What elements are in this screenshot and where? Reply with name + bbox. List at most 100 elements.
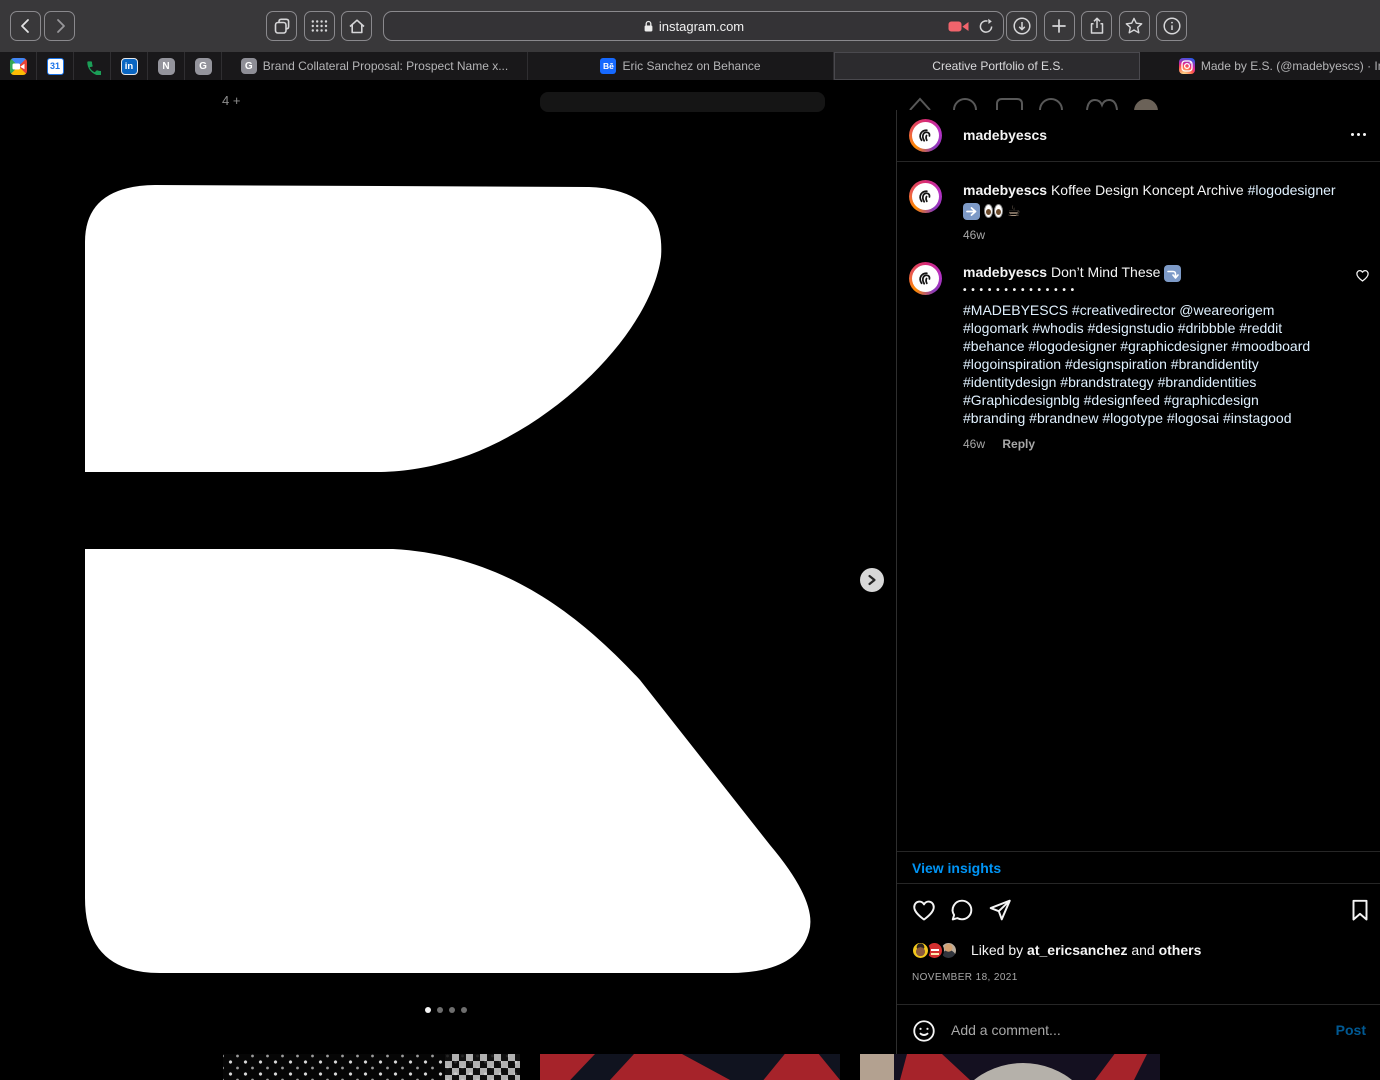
downloads-button[interactable] — [1006, 11, 1037, 41]
portfolio-favicon — [910, 58, 926, 74]
back-button[interactable] — [10, 11, 41, 41]
post-button[interactable]: Post — [1336, 1005, 1366, 1055]
divider — [897, 161, 1380, 162]
post-comment: madebyescs Don’t Mind These • • • • • • … — [963, 263, 1338, 453]
tab-creative-portfolio[interactable]: Creative Portfolio of E.S. — [834, 52, 1140, 80]
grid-thumbnail-red-shapes[interactable] — [540, 1054, 840, 1080]
comment-input[interactable] — [951, 1005, 1231, 1055]
carousel-next-button[interactable] — [860, 568, 884, 592]
carousel-dot[interactable] — [449, 1007, 455, 1013]
post-username[interactable]: madebyescs — [963, 127, 1047, 143]
app-grid-icon — [311, 20, 328, 32]
share-button[interactable] — [1081, 11, 1112, 41]
comment-text: Don’t Mind These — [1050, 264, 1161, 280]
grid-thumbnail-halftone[interactable] — [223, 1054, 520, 1080]
hashtag-line[interactable]: #MADEBYESCS #creativedirector @weareorig… — [963, 301, 1338, 319]
tab-title: Made by E.S. (@madebyescs) · Instag — [1200, 59, 1380, 73]
view-insights-link[interactable]: View insights — [912, 860, 1001, 876]
new-post-icon-fragment — [996, 98, 1023, 110]
background-search-bar-fragment — [540, 92, 825, 112]
caption-hashtag[interactable]: #logodesigner — [1248, 182, 1336, 198]
comment-username[interactable]: madebyescs — [963, 264, 1047, 280]
comment-timestamp: 46w — [963, 437, 986, 451]
bookmark-star-button[interactable] — [1118, 11, 1150, 41]
reload-icon[interactable] — [978, 18, 995, 35]
behance-favicon: Bē — [600, 58, 617, 74]
activity-heart-icon-fragment — [1086, 98, 1118, 111]
avatar[interactable] — [909, 180, 942, 213]
post-caption: madebyescs Koffee Design Koncept Archive… — [963, 181, 1355, 244]
avatar[interactable] — [909, 119, 942, 152]
hashtag-line[interactable]: #behance #logodesigner #graphicdesigner … — [963, 337, 1338, 355]
page-info-button[interactable] — [1156, 11, 1187, 41]
tab-behance[interactable]: Bē Eric Sanchez on Behance — [528, 52, 834, 80]
tab-brand-collateral[interactable]: G Brand Collateral Proposal: Prospect Na… — [222, 52, 528, 80]
chevron-right-icon — [868, 574, 876, 586]
comment-like-heart-icon[interactable] — [1355, 268, 1370, 283]
liker-avatar[interactable] — [911, 941, 930, 960]
pinned-tab-notion[interactable]: N — [148, 52, 185, 80]
home-icon — [348, 19, 365, 34]
app-grid-button[interactable] — [303, 11, 335, 41]
comment-dots-line: • • • • • • • • • • • • • • — [963, 285, 1076, 296]
checker-pattern — [445, 1054, 520, 1080]
liked-by-middle: and — [1131, 942, 1155, 958]
back-icon — [20, 19, 29, 33]
avatar[interactable] — [909, 262, 942, 295]
post-detail-panel: madebyescs madebyescs Koffee Design Konc — [896, 110, 1380, 1055]
new-tab-button[interactable] — [1043, 11, 1075, 41]
hashtag-line[interactable]: #logoinspiration #designspiration #brand… — [963, 355, 1338, 373]
tab-instagram[interactable]: Made by E.S. (@madebyescs) · Instag — [1140, 52, 1380, 80]
view-insights-bar[interactable]: View insights — [897, 851, 1380, 884]
like-heart-icon[interactable] — [911, 897, 937, 923]
liked-by-others[interactable]: others — [1159, 942, 1202, 958]
tab-overview-button[interactable] — [266, 11, 297, 41]
carousel-dot[interactable] — [437, 1007, 443, 1013]
url-bar[interactable]: instagram.com — [383, 11, 1004, 41]
tab-title: Eric Sanchez on Behance — [622, 59, 761, 73]
explore-icon-fragment — [1039, 98, 1063, 111]
share-plane-icon[interactable] — [987, 897, 1013, 923]
video-camera-icon[interactable] — [948, 20, 970, 33]
share-icon — [1090, 17, 1103, 34]
grid-thumbnail-arc[interactable] — [860, 1054, 1160, 1080]
smiley-icon[interactable] — [911, 1018, 937, 1044]
arc-shape — [948, 1063, 1098, 1080]
home-icon-fragment — [909, 97, 931, 111]
hashtag-line[interactable]: #identitydesign #brandstrategy #brandide… — [963, 373, 1338, 391]
caption-username[interactable]: madebyescs — [963, 182, 1047, 198]
post-date: NOVEMBER 18, 2021 — [912, 972, 1018, 983]
carousel-dot-active[interactable] — [425, 1007, 431, 1013]
tab-title: Brand Collateral Proposal: Prospect Name… — [262, 59, 509, 73]
madebyescs-logo-mark — [919, 129, 931, 142]
plus-icon — [1052, 19, 1066, 33]
pinned-tab-google-calendar[interactable]: 31 — [37, 52, 74, 80]
comment-hashtags[interactable]: #MADEBYESCS #creativedirector @weareorig… — [963, 301, 1338, 427]
bookmark-icon[interactable] — [1347, 897, 1373, 923]
instagram-favicon — [1178, 58, 1195, 74]
background-stat-fragment: 4 + — [222, 93, 241, 108]
pinned-tab-google-voice[interactable] — [74, 52, 111, 80]
pinned-tab-google[interactable]: G — [185, 52, 222, 80]
home-button[interactable] — [341, 11, 372, 41]
comment-bubble-icon[interactable] — [949, 897, 975, 923]
tab-overview-icon — [274, 18, 289, 34]
pinned-tab-linkedin[interactable]: in — [111, 52, 148, 80]
carousel-dots[interactable] — [425, 1007, 467, 1013]
madebyescs-logo-mark — [919, 190, 931, 203]
url-text: instagram.com — [658, 18, 745, 34]
madebyescs-logo-mark — [919, 272, 931, 285]
hashtag-line[interactable]: #logomark #whodis #designstudio #dribbbl… — [963, 319, 1338, 337]
pinned-tab-google-meet[interactable] — [0, 52, 37, 80]
hashtag-line[interactable]: #Graphicdesignblg #designfeed #graphicde… — [963, 391, 1338, 409]
carousel-dot[interactable] — [461, 1007, 467, 1013]
more-options-icon[interactable] — [1351, 133, 1366, 136]
liked-by-user[interactable]: at_ericsanchez — [1027, 942, 1127, 958]
google-meet-icon — [9, 57, 27, 75]
post-header: madebyescs — [897, 110, 1380, 161]
arrow-down-right-emoji — [1164, 265, 1182, 282]
reply-button[interactable]: Reply — [1002, 437, 1035, 451]
forward-button[interactable] — [44, 11, 75, 41]
hashtag-line[interactable]: #branding #brandnew #logotype #logosai #… — [963, 409, 1338, 427]
caption-text: Koffee Design Koncept Archive — [1050, 182, 1244, 198]
